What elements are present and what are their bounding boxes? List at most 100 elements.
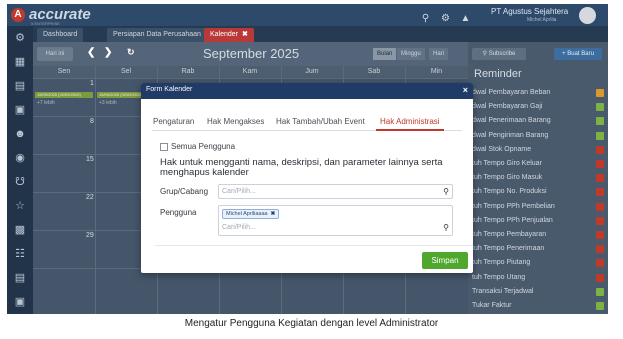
people-icon[interactable]: ☻ [7, 122, 33, 146]
tab-pengaturan[interactable]: Pengaturan [153, 116, 194, 131]
reminder-label: dwal Pengiriman Barang [472, 131, 549, 139]
bank-icon[interactable]: ▤ [7, 74, 33, 98]
money-icon[interactable]: ◉ [7, 146, 33, 170]
remove-user-icon[interactable]: ✖ [271, 211, 276, 217]
reminder-item[interactable]: tuh Tempo Giro Masuk [468, 171, 608, 185]
reminder-label: tuh Tempo Piutang [472, 259, 531, 267]
tab-hak-administrasi[interactable]: Hak Administrasi [376, 116, 444, 131]
user-placeholder: Cari/Pilih... [222, 224, 256, 231]
report-icon[interactable]: ☷ [7, 242, 33, 266]
view-month-button[interactable]: Bulan [373, 48, 397, 60]
admin-rights-description: Hak untuk mengganti nama, deskripsi, dan… [160, 157, 443, 178]
search-icon[interactable]: ⚲ [443, 187, 449, 196]
user-name: Michel Aprilia [527, 17, 557, 23]
all-users-checkbox[interactable] [160, 142, 168, 151]
more-events-link[interactable]: +3 lebih [99, 100, 117, 106]
notification-icon[interactable]: ▲ [459, 12, 472, 25]
building-icon[interactable]: ▦ [7, 50, 33, 74]
dialog-title: Form Kalender [146, 86, 193, 93]
reminder-label: Transaksi Terjadwal [472, 287, 534, 295]
sales-icon[interactable]: ☆ [7, 194, 33, 218]
refresh-icon[interactable]: ↻ [127, 47, 135, 58]
subscribe-label: Subscribe [488, 51, 516, 57]
save-button[interactable]: Simpan [422, 252, 468, 269]
gear-icon[interactable]: ⚙ [7, 26, 33, 50]
weekday-header: Sab [343, 66, 405, 78]
reminder-item[interactable]: dwal Pembayaran Gaji [468, 100, 608, 114]
reminder-item[interactable]: dwal Pengiriman Barang [468, 129, 608, 143]
tab-persiapan-data[interactable]: Persiapan Data Perusahaan [107, 28, 207, 42]
day-number: 22 [86, 194, 94, 201]
reminder-label: tuh Tempo Penerimaan [472, 245, 545, 253]
reminder-item[interactable]: tuh Tempo Utang [468, 271, 608, 285]
tools-icon[interactable]: ▣ [7, 290, 33, 314]
reminder-color-badge [596, 302, 604, 310]
today-button[interactable]: Hari ini [37, 47, 73, 61]
new-event-label: Buat Baru [567, 51, 594, 57]
top-bar: A accurate 5 ENTERPRISE ⚲ ⚙ ▲ PT Agustus S… [7, 4, 608, 26]
reminder-item[interactable]: dwal Penerimaan Barang [468, 114, 608, 128]
figure-caption: Mengatur Pengguna Kegiatan dengan level … [184, 318, 439, 329]
branch-field[interactable]: Cari/Pilih... ⚲ [218, 184, 453, 199]
close-tab-icon[interactable]: ✖ [242, 31, 248, 38]
reminder-color-badge [596, 259, 604, 268]
accurate-logo-icon: A [11, 8, 25, 22]
tab-label: Dashboard [43, 31, 78, 38]
weekday-header: Sen [33, 66, 95, 78]
more-events-link[interactable]: +7 lebih [37, 100, 55, 106]
reminder-color-badge [596, 188, 604, 197]
tab-hak-tambah-ubah-event[interactable]: Hak Tambah/Ubah Event [276, 116, 365, 131]
company-name[interactable]: PT Agustus Sejahtera [491, 7, 568, 16]
reminder-item[interactable]: tuh Tempo No. Produksi [468, 185, 608, 199]
inventory-icon[interactable]: ▩ [7, 218, 33, 242]
reminder-item[interactable]: Transaksi Terjadwal [468, 285, 608, 299]
tab-kalender[interactable]: Kalender ✖ [204, 28, 254, 42]
reminder-item[interactable]: dwal Stok Opname [468, 143, 608, 157]
search-icon[interactable]: ⚲ [443, 223, 449, 232]
user-label: Pengguna [160, 208, 197, 217]
reminder-panel: ⚲ Subscribe + Buat Baru Reminder dwal Pe… [468, 42, 608, 314]
branch-placeholder: Cari/Pilih... [222, 188, 256, 195]
reminder-item[interactable]: dwal Pembayaran Beban [468, 86, 608, 100]
calendar-event[interactable]: 15/09/2025 (32/09/2025) [35, 92, 93, 98]
view-day-button[interactable]: Hari [429, 48, 449, 60]
reminder-color-badge [596, 273, 604, 282]
tab-bar: Dashboard Persiapan Data Perusahaan Kale… [33, 26, 608, 42]
reminder-label: tuh Tempo Pembayaran [472, 231, 547, 238]
user-field[interactable]: Michel Apriliaaaa ✖ Cari/Pilih... ⚲ [218, 205, 453, 236]
new-event-button[interactable]: + Buat Baru [554, 48, 602, 60]
reminder-item[interactable]: tuh Tempo PPh Penjualan [468, 214, 608, 228]
reminder-color-badge [596, 174, 604, 183]
reminder-color-badge [596, 287, 604, 296]
close-icon[interactable]: × [463, 85, 468, 95]
app-screenshot: A accurate 5 ENTERPRISE ⚲ ⚙ ▲ PT Agustus S… [7, 4, 608, 314]
weekday-header: Sel [95, 66, 157, 78]
search-icon[interactable]: ⚲ [419, 12, 432, 25]
reminder-item[interactable]: tuh Tempo Giro Keluar [468, 157, 608, 171]
view-week-button[interactable]: Minggu [397, 48, 425, 60]
prev-month-icon[interactable]: ❮ [87, 47, 95, 58]
reminder-item[interactable]: tuh Tempo Piutang [468, 256, 608, 270]
cart-icon[interactable]: ☋ [7, 170, 33, 194]
avatar[interactable] [579, 7, 596, 24]
branch-label: Grup/Cabang [160, 187, 209, 196]
reminder-item[interactable]: tuh Tempo Pembayaran [468, 228, 608, 242]
tab-dashboard[interactable]: Dashboard [37, 28, 84, 42]
reminder-item[interactable]: tuh Tempo PPh Pembelian [468, 200, 608, 214]
reminder-color-badge [596, 202, 604, 211]
reminder-title: Reminder [474, 68, 522, 80]
reminder-item[interactable]: Tukar Faktur [468, 299, 608, 313]
day-number: 29 [86, 232, 94, 239]
reminder-label: dwal Pembayaran Gaji [472, 103, 543, 111]
reminder-item[interactable]: tuh Tempo Penerimaan [468, 242, 608, 256]
day-number: 1 [90, 80, 94, 87]
tab-hak-mengakses[interactable]: Hak Mengakses [207, 116, 264, 131]
settings-icon[interactable]: ⚙ [439, 12, 452, 25]
document-icon[interactable]: ▣ [7, 98, 33, 122]
reminder-color-badge [596, 103, 604, 112]
reminder-label: tuh Tempo Giro Masuk [472, 174, 543, 182]
next-month-icon[interactable]: ❯ [104, 47, 112, 58]
month-title: September 2025 [203, 46, 300, 61]
chart-icon[interactable]: ▤ [7, 266, 33, 290]
subscribe-button[interactable]: ⚲ Subscribe [472, 48, 526, 60]
